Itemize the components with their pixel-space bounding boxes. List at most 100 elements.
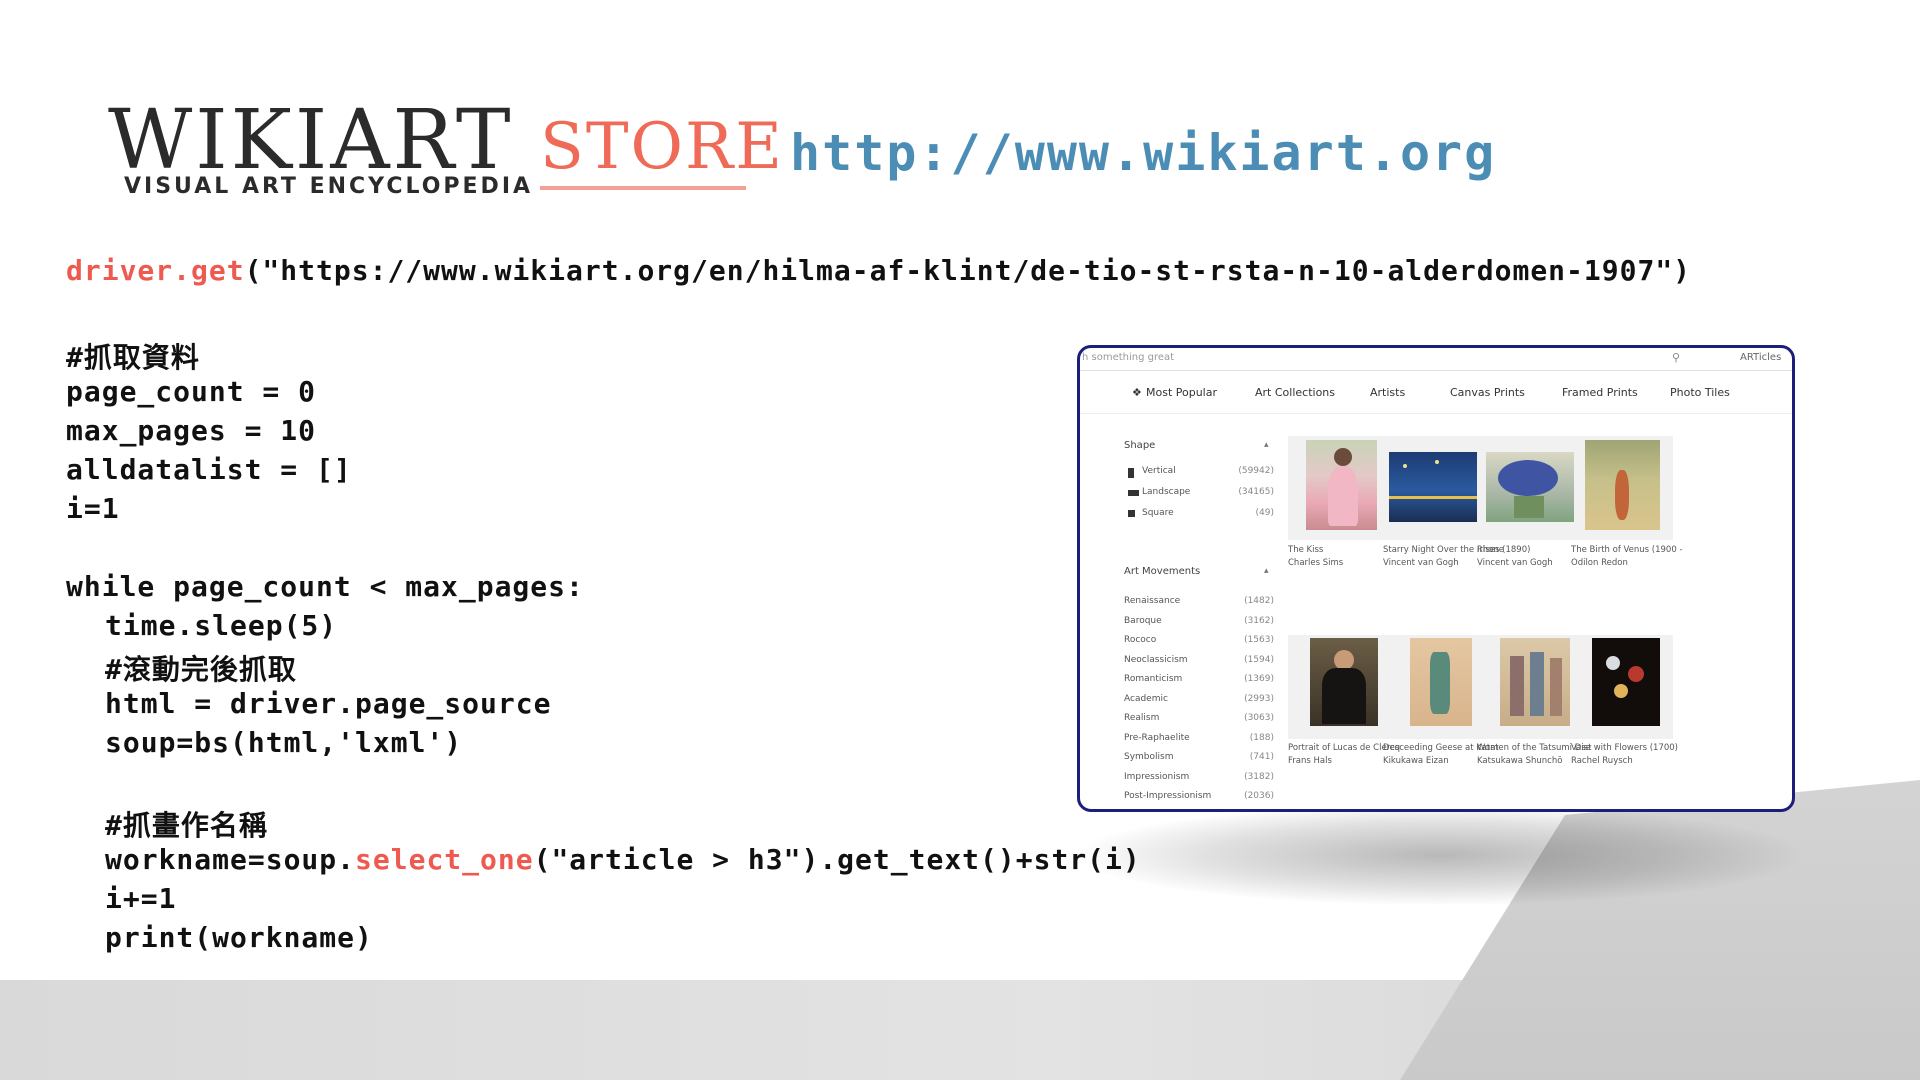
movement-label: Academic xyxy=(1124,693,1168,704)
code-line-page-count: page_count = 0 xyxy=(66,375,317,408)
code-line-print: print(workname) xyxy=(105,921,373,954)
code-url-arg: ("https://www.wikiart.org/en/hilma-af-kl… xyxy=(244,254,1692,287)
movement-count: (1369) xyxy=(1244,674,1274,684)
movement-option[interactable]: Renaissance (1482) xyxy=(1124,596,1274,610)
logo-store: STORE xyxy=(540,110,784,184)
nav-most-popular[interactable]: Most Popular xyxy=(1146,386,1217,399)
code-line-max-pages: max_pages = 10 xyxy=(66,414,317,447)
artwork-image[interactable] xyxy=(1410,638,1472,726)
nav-framed-prints[interactable]: Framed Prints xyxy=(1562,386,1638,399)
shape-option-vertical[interactable]: Vertical (59942) xyxy=(1124,466,1274,480)
movement-count: (1482) xyxy=(1244,596,1274,606)
movement-count: (2993) xyxy=(1244,693,1274,704)
artwork-caption[interactable]: Irises (1890) Vincent van Gogh xyxy=(1477,544,1553,570)
artwork-title: The Birth of Venus (1900 - xyxy=(1571,545,1683,555)
artwork-image[interactable] xyxy=(1585,440,1660,530)
movement-count: (741) xyxy=(1249,752,1274,762)
chevron-up-icon[interactable]: ▴ xyxy=(1264,440,1269,450)
code-comment-3: #抓畫作名稱 xyxy=(105,809,268,842)
movement-option[interactable]: Rococo (1563) xyxy=(1124,635,1274,649)
movement-count: (1563) xyxy=(1244,635,1274,645)
main-nav: ❖ Most Popular Art Collections Artists C… xyxy=(1080,370,1792,414)
shape-option-square[interactable]: Square (49) xyxy=(1124,508,1274,522)
movement-label: Neoclassicism xyxy=(1124,654,1188,665)
movement-label: Impressionism xyxy=(1124,771,1190,782)
movement-option[interactable]: Neoclassicism (1594) xyxy=(1124,655,1274,669)
chevron-up-icon[interactable]: ▴ xyxy=(1264,566,1269,576)
logo-store-underline xyxy=(540,186,746,190)
nav-art-collections[interactable]: Art Collections xyxy=(1255,386,1335,399)
code-line-soup: soup=bs(html,'lxml') xyxy=(105,726,463,759)
code-fn-driver-get: driver.get xyxy=(66,254,245,287)
movement-count: (2036) xyxy=(1244,791,1274,801)
code-line-sleep: time.sleep(5) xyxy=(105,609,338,642)
movement-option[interactable]: Pre-Raphaelite (188) xyxy=(1124,733,1274,747)
artwork-image[interactable] xyxy=(1592,638,1660,726)
shape-count: (34165) xyxy=(1238,487,1274,497)
shape-count: (59942) xyxy=(1238,466,1274,476)
movement-label: Romanticism xyxy=(1124,674,1183,684)
movement-count: (3063) xyxy=(1244,713,1274,723)
landscape-shape-icon xyxy=(1128,490,1139,496)
wikiart-store-logo[interactable]: WIKIART VISUAL ART ENCYCLOPEDIA STORE xyxy=(108,100,782,200)
artwork-image[interactable] xyxy=(1306,440,1377,530)
artwork-image[interactable] xyxy=(1310,638,1378,726)
code-line-alldatalist: alldatalist = [] xyxy=(66,453,352,486)
movement-option[interactable]: Realism (3063) xyxy=(1124,713,1274,727)
artwork-artist: Odilon Redon xyxy=(1571,558,1628,568)
artwork-caption[interactable]: Vase with Flowers (1700) Rachel Ruysch xyxy=(1571,742,1678,768)
artwork-title: The Kiss xyxy=(1288,545,1324,555)
artwork-title: Vase with Flowers (1700) xyxy=(1571,743,1678,753)
site-url[interactable]: http://www.wikiart.org xyxy=(790,124,1496,182)
movement-option[interactable]: Symbolism (741) xyxy=(1124,752,1274,766)
movement-option[interactable]: Romanticism (1369) xyxy=(1124,674,1274,688)
artwork-title: Irises (1890) xyxy=(1477,545,1531,555)
code-line-html: html = driver.page_source xyxy=(105,687,552,720)
movement-count: (188) xyxy=(1249,732,1274,743)
movements-filter-title[interactable]: Art Movements xyxy=(1124,566,1200,577)
artwork-artist: Vincent van Gogh xyxy=(1477,558,1553,568)
artwork-caption[interactable]: The Kiss Charles Sims xyxy=(1288,544,1343,570)
artwork-image[interactable] xyxy=(1500,638,1570,726)
artwork-image[interactable] xyxy=(1389,452,1477,522)
most-popular-icon: ❖ xyxy=(1132,386,1142,399)
movement-label: Baroque xyxy=(1124,615,1162,626)
movement-label: Rococo xyxy=(1124,635,1157,645)
code-line-driver-get: driver.get("https://www.wikiart.org/en/h… xyxy=(66,254,1691,287)
movement-label: Pre-Raphaelite xyxy=(1124,732,1190,743)
movement-label: Post-Impressionism xyxy=(1124,791,1212,801)
shape-label: Landscape xyxy=(1142,487,1191,497)
nav-canvas-prints[interactable]: Canvas Prints xyxy=(1450,386,1525,399)
movement-label: Symbolism xyxy=(1124,752,1174,762)
nav-artists[interactable]: Artists xyxy=(1370,386,1405,399)
movement-option[interactable]: Impressionism (3182) xyxy=(1124,772,1274,786)
movement-option[interactable]: Post-Impressionism (2036) xyxy=(1124,791,1274,805)
search-bar[interactable]: h something great ⚲ ARTicles xyxy=(1080,348,1792,371)
movement-option[interactable]: Baroque (3162) xyxy=(1124,616,1274,630)
shape-filter-title[interactable]: Shape xyxy=(1124,440,1155,451)
vertical-shape-icon xyxy=(1128,468,1134,478)
nav-photo-tiles[interactable]: Photo Tiles xyxy=(1670,386,1730,399)
search-input[interactable]: h something great xyxy=(1082,352,1174,363)
artwork-artist: Rachel Ruysch xyxy=(1571,756,1633,766)
screenshot-shadow xyxy=(1080,805,1800,905)
shape-option-landscape[interactable]: Landscape (34165) xyxy=(1124,487,1274,501)
artwork-caption[interactable]: The Birth of Venus (1900 - Odilon Redon xyxy=(1571,544,1683,570)
artwork-image[interactable] xyxy=(1486,452,1574,522)
search-icon[interactable]: ⚲ xyxy=(1672,351,1680,364)
code-workname-b: ("article > h3").get_text()+str(i) xyxy=(533,843,1141,876)
movement-label: Realism xyxy=(1124,713,1160,723)
shape-count: (49) xyxy=(1255,508,1274,518)
shape-label: Vertical xyxy=(1142,466,1176,476)
movement-option[interactable]: Academic (2993) xyxy=(1124,694,1274,708)
code-comment-2: #滾動完後抓取 xyxy=(105,653,297,686)
code-line-i: i=1 xyxy=(66,492,120,525)
wikiart-screenshot: h something great ⚲ ARTicles ❖ Most Popu… xyxy=(1077,345,1795,812)
movement-count: (3162) xyxy=(1244,615,1274,626)
articles-link[interactable]: ARTicles xyxy=(1740,352,1781,363)
code-fn-select-one: select_one xyxy=(355,843,534,876)
code-line-while: while page_count < max_pages: xyxy=(66,570,584,603)
movement-count: (1594) xyxy=(1244,654,1274,665)
movement-count: (3182) xyxy=(1244,771,1274,782)
code-comment-1: #抓取資料 xyxy=(66,341,200,374)
